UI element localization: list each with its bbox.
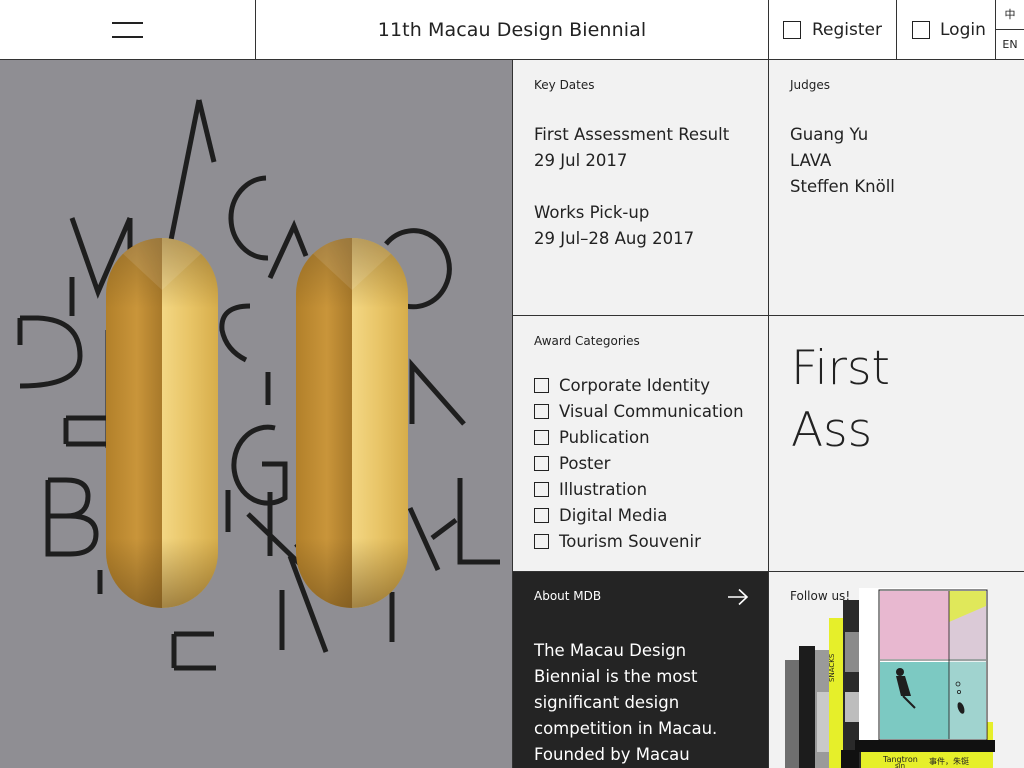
judges-label: Judges xyxy=(790,78,831,92)
key-date-item[interactable]: Works Pick-up 29 Jul–28 Aug 2017 xyxy=(534,200,694,252)
category-label: Poster xyxy=(559,453,611,473)
category-list: Corporate Identity Visual Communication … xyxy=(534,372,744,554)
key-date-value: 29 Jul 2017 xyxy=(534,151,628,170)
checkbox-icon[interactable] xyxy=(534,481,549,497)
checkbox-icon[interactable] xyxy=(534,403,549,419)
menu-cell xyxy=(0,0,256,59)
category-item[interactable]: Corporate Identity xyxy=(534,372,744,398)
lang-en-link[interactable]: EN xyxy=(996,30,1024,60)
checkbox-icon xyxy=(783,20,801,39)
judge-name[interactable]: Steffen Knöll xyxy=(790,174,895,200)
checkbox-icon[interactable] xyxy=(534,377,549,393)
key-date-name: Works Pick-up xyxy=(534,203,650,222)
checkbox-icon[interactable] xyxy=(534,455,549,471)
follow-us-panel: Follow us! SNACKS Tangtron sin 事件，朱铤 xyxy=(768,572,1024,768)
about-panel[interactable]: About MDB The Macau Design Biennial is t… xyxy=(512,572,769,768)
award-categories-label: Award Categories xyxy=(534,334,640,348)
category-label: Publication xyxy=(559,427,650,447)
about-line: significant design xyxy=(534,693,680,712)
feature-line-2: Ass xyxy=(791,403,873,458)
site-header: 11th Macau Design Biennial Register Logi… xyxy=(0,0,1024,60)
feature-panel[interactable]: First Ass xyxy=(768,316,1024,572)
checkbox-icon[interactable] xyxy=(534,429,549,445)
category-item[interactable]: Digital Media xyxy=(534,502,744,528)
award-categories-panel: Award Categories Corporate Identity Visu… xyxy=(512,316,769,572)
follow-us-label: Follow us! xyxy=(790,589,851,603)
hamburger-menu-icon[interactable] xyxy=(112,22,143,38)
category-item[interactable]: Visual Communication xyxy=(534,398,744,424)
judge-name[interactable]: LAVA xyxy=(790,148,895,174)
judges-panel: Judges Guang Yu LAVA Steffen Knöll xyxy=(768,60,1024,316)
register-label: Register xyxy=(812,19,882,40)
judge-name[interactable]: Guang Yu xyxy=(790,122,895,148)
category-item[interactable]: Poster xyxy=(534,450,744,476)
checkbox-icon[interactable] xyxy=(534,507,549,523)
gold-eleven-numeral xyxy=(106,238,408,608)
poster-caption-cjk: 事件，朱铤 xyxy=(929,756,969,766)
key-date-value: 29 Jul–28 Aug 2017 xyxy=(534,229,695,248)
arrow-right-icon[interactable] xyxy=(727,588,749,606)
snacks-caption: SNACKS xyxy=(828,653,836,682)
category-label: Illustration xyxy=(559,479,648,499)
about-description: The Macau Design Biennial is the most si… xyxy=(534,638,744,768)
category-item[interactable]: Tourism Souvenir xyxy=(534,528,744,554)
checkbox-icon[interactable] xyxy=(534,533,549,549)
about-line: competition in Macau. xyxy=(534,719,718,738)
about-line: The Macau Design xyxy=(534,641,687,660)
about-label: About MDB xyxy=(534,589,602,603)
about-line: Founded by Macau xyxy=(534,745,690,764)
login-button[interactable]: Login xyxy=(896,0,996,59)
biennial-logo-artwork xyxy=(17,99,500,671)
category-label: Corporate Identity xyxy=(559,375,710,395)
judge-list: Guang Yu LAVA Steffen Knöll xyxy=(790,122,895,200)
category-label: Tourism Souvenir xyxy=(559,531,701,551)
register-button[interactable]: Register xyxy=(768,0,897,59)
login-label: Login xyxy=(940,19,986,40)
lang-zh-link[interactable]: 中 xyxy=(996,0,1024,30)
category-label: Digital Media xyxy=(559,505,668,525)
feature-line-1: First xyxy=(791,341,890,396)
letter-fragments xyxy=(17,99,500,671)
language-switcher: 中 EN xyxy=(995,0,1024,59)
key-dates-panel: Key Dates First Assessment Result 29 Jul… xyxy=(512,60,769,316)
key-date-item[interactable]: First Assessment Result 29 Jul 2017 xyxy=(534,122,729,174)
hero-artwork xyxy=(0,60,512,768)
checkbox-icon xyxy=(912,20,930,39)
about-line: Biennial is the most xyxy=(534,667,698,686)
key-dates-label: Key Dates xyxy=(534,78,595,92)
category-label: Visual Communication xyxy=(559,401,744,421)
site-title[interactable]: 11th Macau Design Biennial xyxy=(256,0,768,59)
poster-caption-2: sin xyxy=(895,762,905,768)
category-item[interactable]: Illustration xyxy=(534,476,744,502)
feature-headline: First Ass xyxy=(791,338,890,462)
category-item[interactable]: Publication xyxy=(534,424,744,450)
key-date-name: First Assessment Result xyxy=(534,125,730,144)
